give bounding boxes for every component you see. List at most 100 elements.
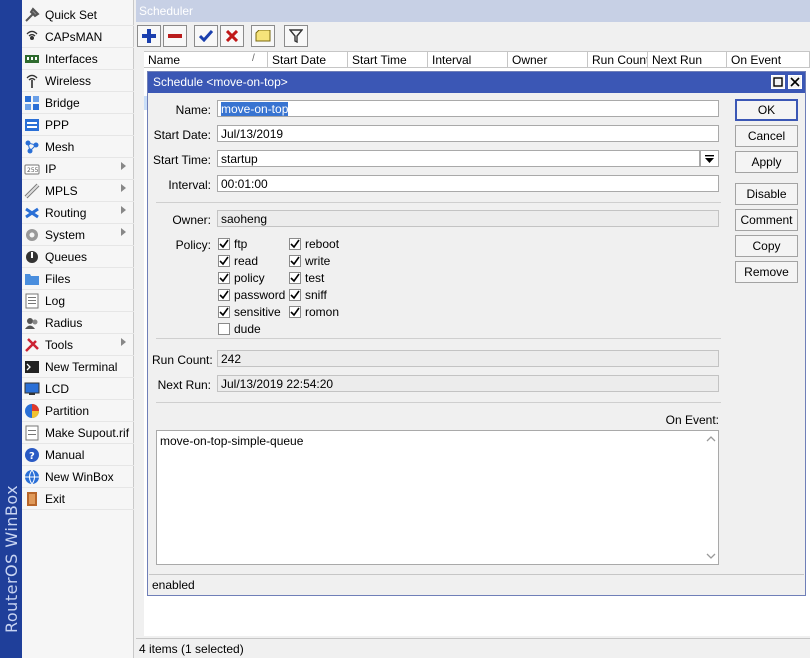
sidebar-item-files[interactable]: Files: [22, 268, 134, 290]
sidebar-item-interfaces[interactable]: Interfaces: [22, 48, 134, 70]
sidebar-item-radius[interactable]: Radius: [22, 312, 134, 334]
sidebar-item-manual[interactable]: ? Manual: [22, 444, 134, 466]
policy-checkbox-dude[interactable]: dude: [218, 322, 261, 336]
column-header-start-time[interactable]: Start Time: [348, 52, 428, 68]
ok-button[interactable]: OK: [735, 99, 798, 121]
disable-toolbar-button[interactable]: [220, 25, 244, 47]
sidebar-item-new-winbox[interactable]: New WinBox: [22, 466, 134, 488]
comment-toolbar-button[interactable]: [251, 25, 275, 47]
policy-checkbox-sensitive[interactable]: sensitive: [218, 305, 281, 319]
filter-button[interactable]: [284, 25, 308, 47]
disable-button[interactable]: Disable: [735, 183, 798, 205]
sidebar-item-mesh[interactable]: Mesh: [22, 136, 134, 158]
sidebar-item-new-terminal[interactable]: New Terminal: [22, 356, 134, 378]
start-time-dropdown-button[interactable]: [700, 150, 719, 167]
on-event-scrollbar[interactable]: [704, 431, 718, 564]
policy-checkbox-test[interactable]: test: [289, 271, 324, 285]
submenu-arrow-icon: [121, 162, 126, 170]
owner-field: saoheng: [217, 210, 719, 227]
comment-button[interactable]: Comment: [735, 209, 798, 231]
remove-toolbar-button[interactable]: [163, 25, 187, 47]
interval-field[interactable]: 00:01:00: [217, 175, 719, 192]
column-header-name[interactable]: Name: [144, 52, 268, 68]
policy-label-text: test: [305, 271, 325, 285]
policy-label-text: sniff: [305, 288, 327, 302]
sidebar-item-exit[interactable]: Exit: [22, 488, 134, 510]
sidebar-item-wireless[interactable]: Wireless: [22, 70, 134, 92]
sidebar-item-make-supout-rif[interactable]: Make Supout.rif: [22, 422, 134, 444]
sidebar-item-ip[interactable]: 255 IP: [22, 158, 134, 180]
exit-icon: [24, 491, 40, 507]
sidebar-item-partition[interactable]: Partition: [22, 400, 134, 422]
policy-checkbox-write[interactable]: write: [289, 254, 330, 268]
filter-icon: [289, 29, 303, 43]
start-date-field[interactable]: Jul/13/2019: [217, 125, 719, 142]
policy-checkbox-reboot[interactable]: reboot: [289, 237, 339, 251]
sidebar-item-routing[interactable]: Routing: [22, 202, 134, 224]
supout-icon: [24, 425, 40, 441]
column-header-run-count[interactable]: Run Count: [588, 52, 648, 68]
sidebar-item-system[interactable]: System: [22, 224, 134, 246]
sidebar-item-quick-set[interactable]: Quick Set: [22, 4, 134, 26]
sidebar-item-label: New WinBox: [45, 469, 114, 484]
sidebar-item-label: Queues: [45, 249, 88, 264]
cancel-button[interactable]: Cancel: [735, 125, 798, 147]
sidebar-item-ppp[interactable]: PPP: [22, 114, 134, 136]
close-button[interactable]: [788, 75, 802, 89]
sidebar-item-label: Interfaces: [45, 51, 98, 66]
column-header-on-event[interactable]: On Event: [727, 52, 810, 68]
run-count-field: 242: [217, 350, 719, 367]
sidebar-item-label: System: [45, 227, 86, 242]
on-event-label: On Event:: [665, 413, 719, 427]
chevron-down-icon: [705, 154, 714, 163]
start-date-label: Start Date:: [153, 128, 211, 142]
policy-label: Policy:: [175, 238, 211, 252]
column-header-next-run[interactable]: Next Run: [648, 52, 727, 68]
sidebar-item-log[interactable]: Log: [22, 290, 134, 312]
sidebar-item-bridge[interactable]: Bridge: [22, 92, 134, 114]
add-button[interactable]: [137, 25, 161, 47]
sidebar-item-capsman[interactable]: CAPsMAN: [22, 26, 134, 48]
checkmark-icon: [218, 238, 230, 250]
schedule-dialog: Schedule <move-on-top> Name: move-on-top…: [147, 71, 806, 596]
policy-checkbox-read[interactable]: read: [218, 254, 258, 268]
sidebar-item-mpls[interactable]: MPLS: [22, 180, 134, 202]
apply-button[interactable]: Apply: [735, 151, 798, 173]
ppp-icon: [24, 117, 40, 133]
name-field[interactable]: move-on-top: [217, 100, 719, 117]
lcd-icon: [24, 381, 40, 397]
sidebar-item-label: Make Supout.rif: [45, 425, 130, 440]
policy-checkbox-ftp[interactable]: ftp: [218, 237, 247, 251]
checkmark-icon: [289, 238, 301, 250]
sidebar-item-lcd[interactable]: LCD: [22, 378, 134, 400]
on-event-textarea[interactable]: move-on-top-simple-queue: [156, 430, 719, 565]
table-header: Name Start Date Start Time Interval Owner Run…: [144, 51, 810, 68]
copy-button[interactable]: Copy: [735, 235, 798, 257]
policy-label-text: dude: [234, 322, 261, 336]
policy-checkbox-policy[interactable]: policy: [218, 271, 265, 285]
policy-checkbox-romon[interactable]: romon: [289, 305, 339, 319]
column-header-start-date[interactable]: Start Date: [268, 52, 348, 68]
interfaces-icon: [24, 51, 40, 67]
close-icon: [790, 77, 800, 87]
sidebar-item-label: MPLS: [45, 183, 78, 198]
submenu-arrow-icon: [121, 338, 126, 346]
policy-checkbox-sniff[interactable]: sniff: [289, 288, 327, 302]
quick-set-icon: [24, 6, 40, 23]
sidebar-item-tools[interactable]: Tools: [22, 334, 134, 356]
mpls-icon: [24, 183, 40, 199]
files-icon: [24, 271, 40, 287]
remove-button[interactable]: Remove: [735, 261, 798, 283]
sidebar-item-queues[interactable]: Queues: [22, 246, 134, 268]
maximize-button[interactable]: [771, 75, 785, 89]
scheduler-toolbar: [136, 24, 810, 50]
start-time-field[interactable]: startup: [217, 150, 700, 167]
column-header-owner[interactable]: Owner: [508, 52, 588, 68]
next-run-field: Jul/13/2019 22:54:20: [217, 375, 719, 392]
svg-text:255: 255: [27, 167, 39, 174]
checkmark-icon: [218, 306, 230, 318]
enable-button[interactable]: [194, 25, 218, 47]
dialog-title-bar[interactable]: Schedule <move-on-top>: [148, 72, 805, 93]
policy-checkbox-password[interactable]: password: [218, 288, 285, 302]
column-header-interval[interactable]: Interval: [428, 52, 508, 68]
